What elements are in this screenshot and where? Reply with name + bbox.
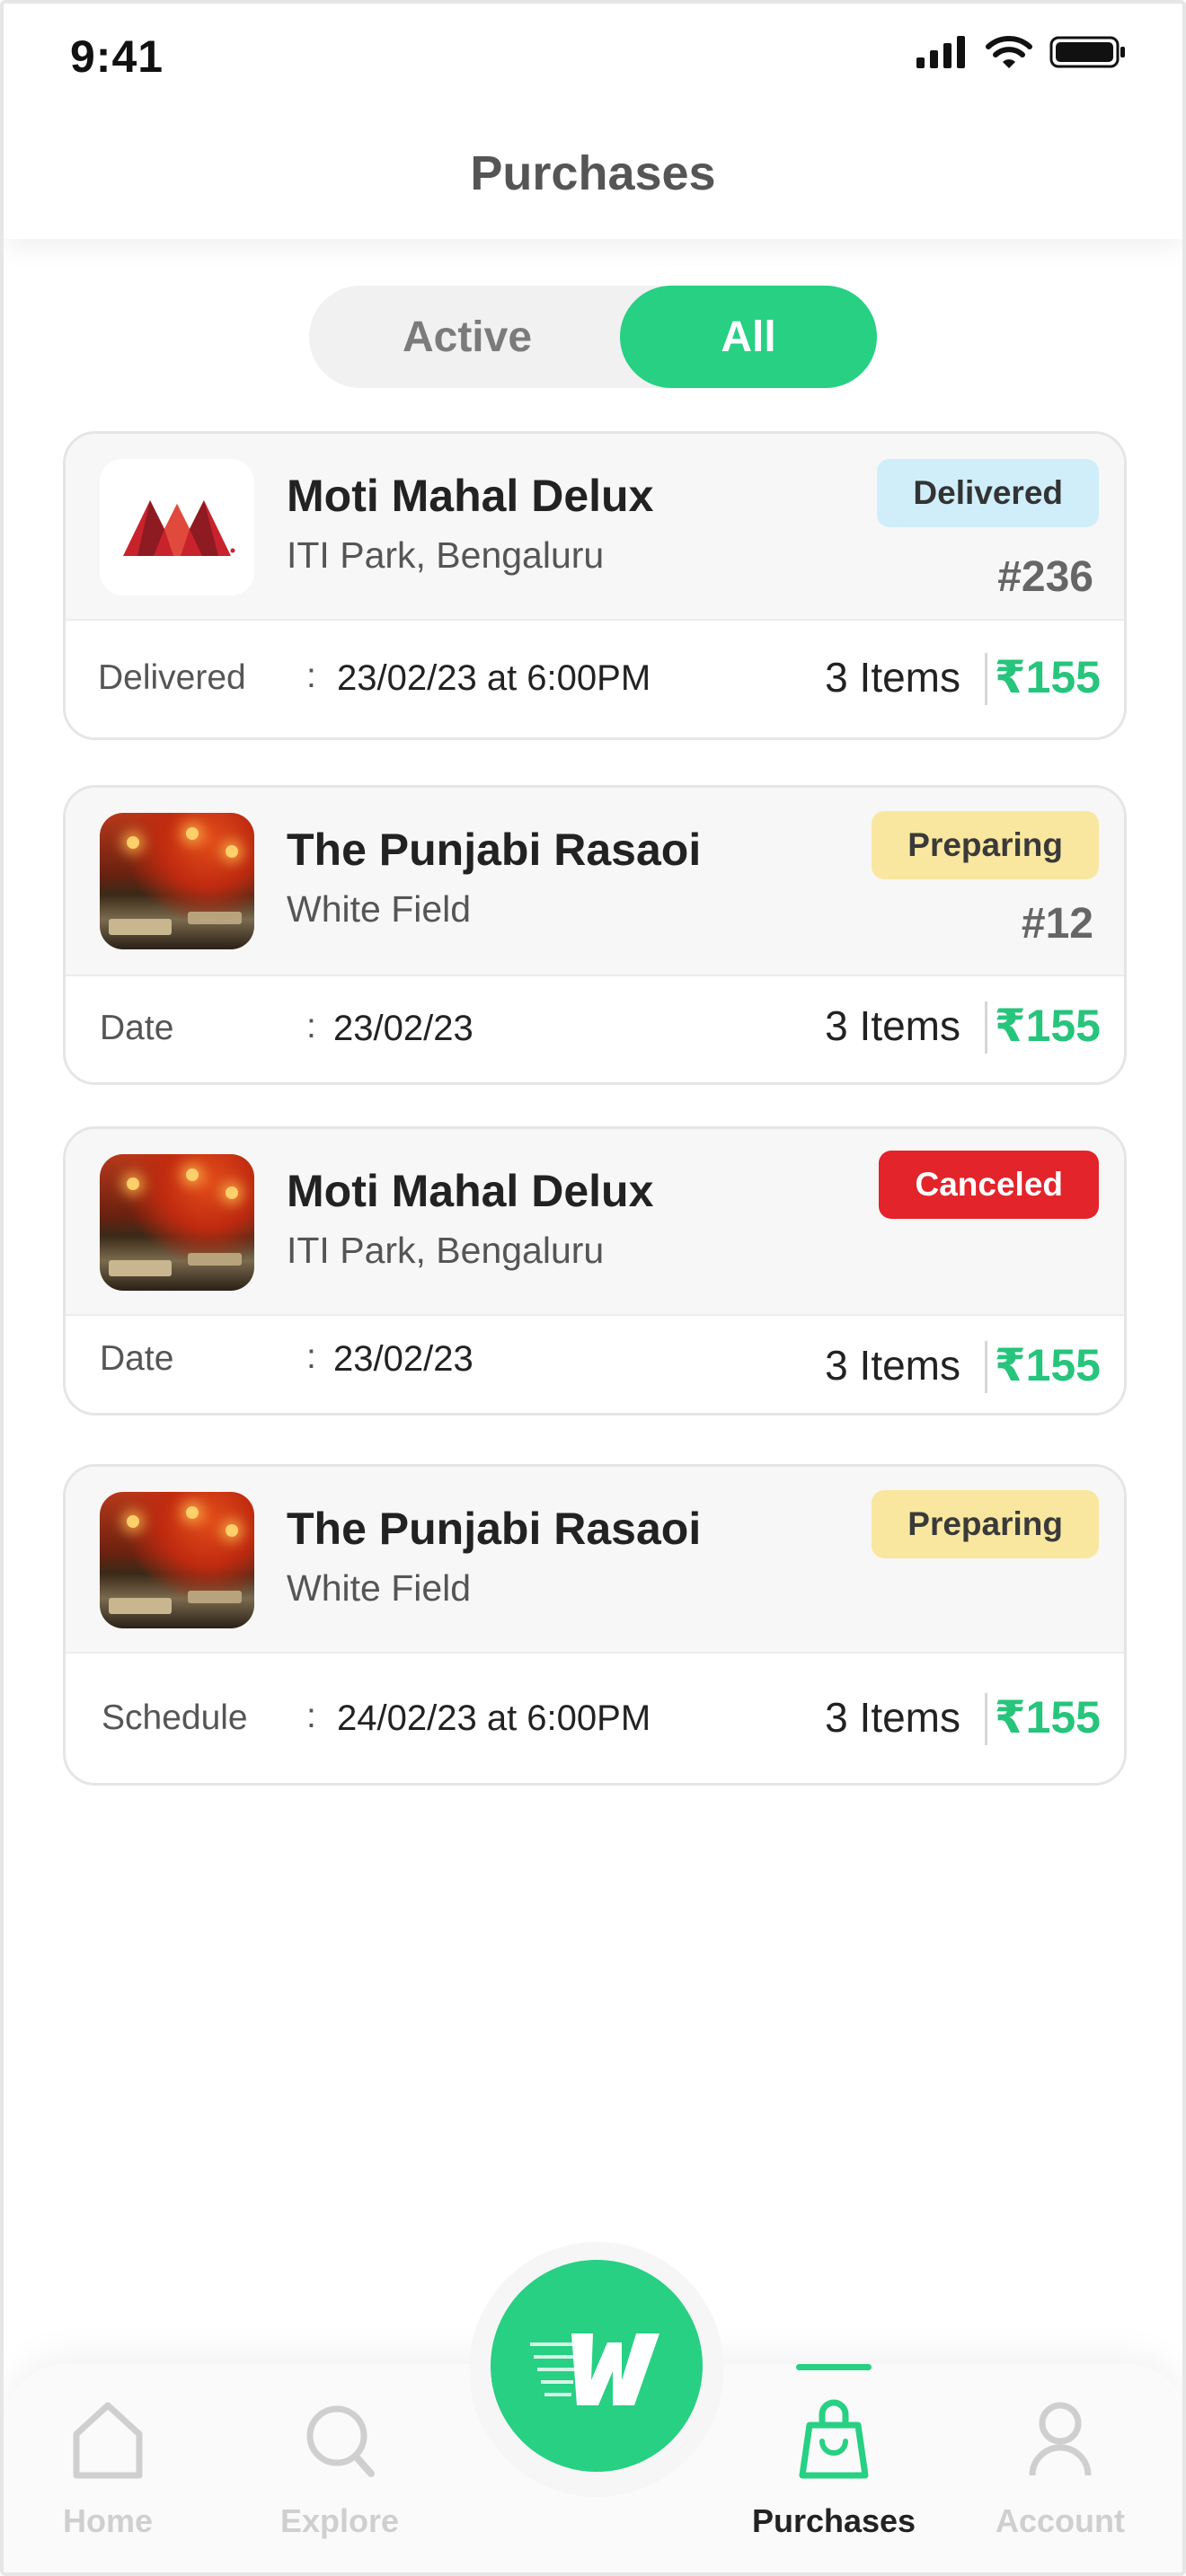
divider	[985, 1341, 987, 1393]
order-card-footer: Date : 23/02/23 3 Items ₹155	[66, 1316, 1124, 1413]
divider	[985, 1693, 987, 1745]
nav-explore-label: Explore	[279, 2502, 400, 2539]
detail-colon: :	[306, 1337, 316, 1376]
detail-colon: :	[306, 1007, 316, 1045]
order-card-header: The Punjabi Rasaoi White Field Preparing…	[66, 788, 1124, 976]
status-badge: Delivered	[877, 459, 1099, 527]
nav-purchases-label: Purchases	[751, 2502, 916, 2539]
status-badge: Preparing	[872, 1490, 1099, 1558]
order-price: ₹155	[994, 1001, 1101, 1051]
divider	[985, 1001, 987, 1054]
item-count: 3 Items	[825, 1694, 960, 1741]
item-count: 3 Items	[825, 1342, 960, 1389]
status-badge: Canceled	[879, 1151, 1099, 1219]
header: 9:41 Purchases	[4, 4, 1182, 239]
order-card-footer: Date : 23/02/23 3 Items ₹155	[66, 976, 1124, 1082]
detail-value: 23/02/23	[333, 1009, 474, 1048]
detail-value: 24/02/23 at 6:00PM	[337, 1698, 651, 1738]
tab-active[interactable]: Active	[309, 286, 625, 388]
detail-label: Delivered	[98, 658, 246, 697]
detail-colon: :	[306, 1697, 316, 1735]
restaurant-name: The Punjabi Rasaoi	[287, 825, 702, 875]
nav-home-label: Home	[62, 2502, 154, 2539]
order-number: #236	[997, 553, 1093, 601]
nav-active-indicator	[796, 2364, 872, 2370]
user-icon	[1029, 2402, 1092, 2476]
segment-control: Active All	[309, 286, 877, 388]
order-card-header: Moti Mahal Delux ITI Park, Bengaluru Can…	[66, 1129, 1124, 1316]
restaurant-name: The Punjabi Rasaoi	[287, 1504, 702, 1554]
nav-explore[interactable]: Explore	[241, 2393, 438, 2540]
search-icon	[306, 2405, 375, 2477]
item-count: 3 Items	[825, 654, 960, 701]
status-badge: Preparing	[872, 811, 1099, 879]
status-time: 9:41	[70, 31, 164, 82]
order-price: ₹155	[994, 1340, 1101, 1390]
item-count: 3 Items	[825, 1002, 960, 1049]
restaurant-name: Moti Mahal Delux	[287, 471, 654, 521]
tab-all[interactable]: All	[620, 286, 877, 388]
order-card-footer: Delivered : 23/02/23 at 6:00PM 3 Items ₹…	[66, 621, 1124, 737]
restaurant-location: ITI Park, Bengaluru	[287, 534, 605, 576]
nav-home[interactable]: Home	[9, 2393, 207, 2540]
nav-account[interactable]: Account	[961, 2393, 1159, 2540]
restaurant-location: White Field	[287, 1567, 472, 1609]
order-card[interactable]: The Punjabi Rasaoi White Field Preparing…	[63, 785, 1127, 1085]
home-icon	[73, 2402, 143, 2479]
order-card-header: Moti Mahal Delux ITI Park, Bengaluru Del…	[66, 434, 1124, 621]
signal-icon	[916, 36, 965, 68]
order-card[interactable]: The Punjabi Rasaoi White Field Preparing…	[63, 1464, 1127, 1786]
fab-button[interactable]	[491, 2260, 703, 2472]
detail-label: Date	[100, 1339, 174, 1378]
restaurant-location: White Field	[287, 888, 472, 930]
restaurant-photo	[100, 813, 254, 949]
nav-purchases[interactable]: Purchases	[735, 2393, 933, 2540]
order-card-header: The Punjabi Rasaoi White Field Preparing	[66, 1467, 1124, 1654]
detail-label: Schedule	[102, 1698, 248, 1737]
order-price: ₹155	[994, 1692, 1101, 1742]
order-price: ₹155	[994, 652, 1101, 702]
restaurant-photo	[100, 1154, 254, 1291]
order-card[interactable]: Moti Mahal Delux ITI Park, Bengaluru Del…	[63, 431, 1127, 740]
restaurant-location: ITI Park, Bengaluru	[287, 1230, 605, 1271]
shopping-bag-icon	[799, 2399, 869, 2479]
detail-value: 23/02/23 at 6:00PM	[337, 658, 651, 698]
restaurant-logo	[100, 459, 254, 595]
wifi-icon	[986, 36, 1032, 68]
status-bar: 9:41	[4, 4, 1182, 111]
detail-colon: :	[306, 657, 316, 695]
detail-value: 23/02/23	[333, 1339, 474, 1379]
detail-label: Date	[100, 1009, 174, 1047]
phone-frame: 9:41 Purchases Active All Moti Mahal Del…	[0, 0, 1186, 2576]
page-title: Purchases	[470, 146, 716, 200]
order-number: #12	[1021, 900, 1093, 948]
battery-icon	[1049, 36, 1125, 68]
divider	[985, 653, 987, 705]
order-card[interactable]: Moti Mahal Delux ITI Park, Bengaluru Can…	[63, 1126, 1127, 1416]
w-logo-icon	[530, 2333, 659, 2405]
moti-mahal-logo-icon	[123, 500, 235, 556]
nav-account-label: Account	[996, 2502, 1125, 2539]
restaurant-name: Moti Mahal Delux	[287, 1166, 654, 1216]
restaurant-photo	[100, 1492, 254, 1628]
order-card-footer: Schedule : 24/02/23 at 6:00PM 3 Items ₹1…	[66, 1654, 1124, 1783]
status-icons	[915, 34, 1127, 70]
